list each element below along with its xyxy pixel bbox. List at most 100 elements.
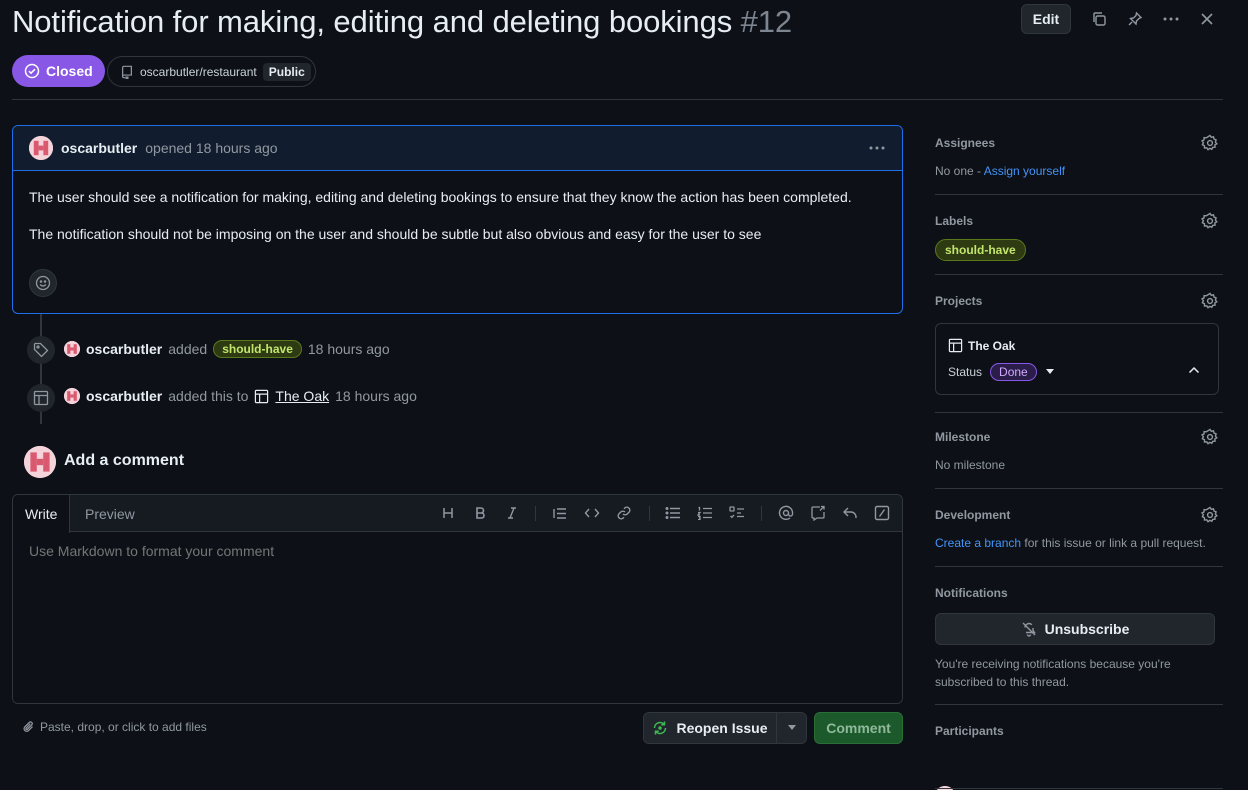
pin-icon[interactable]	[1125, 9, 1145, 29]
caret-down-icon[interactable]	[1045, 369, 1055, 375]
label-badge[interactable]: should-have	[935, 239, 1026, 261]
repo-pill[interactable]: oscarbutler/restaurant Public	[107, 56, 316, 87]
repo-icon	[122, 65, 132, 79]
timeline-time[interactable]: 18 hours ago	[308, 341, 390, 357]
avatar[interactable]	[29, 136, 53, 160]
bulleted-list-icon[interactable]	[664, 504, 682, 522]
reopen-issue-label: Reopen Issue	[676, 720, 768, 736]
avatar[interactable]	[64, 388, 80, 404]
paperclip-icon	[23, 721, 33, 732]
sidebar-divider	[935, 704, 1223, 705]
cross-reference-icon[interactable]	[809, 504, 827, 522]
assignees-value: No one - Assign yourself	[935, 164, 1065, 178]
project-table-icon	[254, 389, 269, 404]
sidebar-title-labels: Labels	[935, 214, 974, 228]
timeline-action: added this to	[168, 388, 249, 404]
add-reaction-button[interactable]	[29, 269, 57, 297]
table-icon	[27, 384, 55, 412]
issue-title: Notification for making, editing and del…	[12, 4, 792, 40]
timeline-event-project: oscarbutler added this to The Oak 18 hou…	[64, 388, 417, 404]
unsubscribe-button[interactable]: Unsubscribe	[935, 613, 1215, 645]
italic-icon[interactable]	[503, 504, 521, 522]
gear-icon[interactable]	[1201, 292, 1219, 310]
attach-text: Paste, drop, or click to add files	[40, 720, 207, 734]
reopen-issue-button[interactable]: Reopen Issue	[643, 712, 777, 744]
development-value: Create a branch for this issue or link a…	[935, 536, 1206, 550]
gear-icon[interactable]	[1201, 134, 1219, 152]
reopen-options-dropdown[interactable]	[776, 712, 807, 744]
caret-down-icon	[787, 725, 796, 730]
gear-icon[interactable]	[1201, 212, 1219, 230]
visibility-badge: Public	[262, 62, 311, 81]
table-icon	[948, 338, 963, 353]
slash-commands-icon[interactable]	[873, 504, 891, 522]
comment-options-icon[interactable]	[868, 140, 886, 156]
tab-preview[interactable]: Preview	[73, 495, 147, 532]
issue-number: #12	[740, 4, 793, 39]
sidebar-label-list: should-have	[935, 239, 1026, 261]
sidebar-title-assignees: Assignees	[935, 136, 996, 150]
task-list-icon[interactable]	[728, 504, 746, 522]
comment-body: The user should see a notification for m…	[13, 171, 902, 277]
attach-files[interactable]: Paste, drop, or click to add files	[22, 720, 207, 734]
sidebar-title-milestone: Milestone	[935, 430, 991, 444]
comment-input[interactable]	[13, 533, 902, 703]
create-branch-link[interactable]: Create a branch	[935, 536, 1021, 550]
status-badge-label: Closed	[46, 63, 93, 79]
assignees-none-text: No one -	[935, 164, 984, 178]
sidebar-divider	[935, 788, 1223, 789]
heading-icon[interactable]	[439, 504, 457, 522]
comment-header: oscarbutler opened 18 hours ago	[13, 126, 902, 171]
timeline-time[interactable]: 18 hours ago	[335, 388, 417, 404]
tag-icon	[27, 336, 55, 364]
copy-icon[interactable]	[1089, 9, 1109, 29]
tab-write[interactable]: Write	[13, 495, 71, 533]
project-status-value[interactable]: Done	[990, 363, 1037, 381]
avatar[interactable]	[64, 341, 80, 357]
bell-slash-icon	[1022, 622, 1036, 637]
development-text: for this issue or link a pull request.	[1021, 536, 1206, 550]
sidebar-title-notifications: Notifications	[935, 586, 1008, 600]
project-status-label: Status	[948, 365, 983, 379]
milestone-value: No milestone	[935, 458, 1006, 472]
project-name: The Oak	[968, 338, 1016, 353]
timeline-author[interactable]: oscarbutler	[86, 388, 162, 404]
sidebar-divider	[935, 488, 1223, 489]
closed-check-icon	[24, 63, 40, 79]
toolbar-divider	[761, 506, 762, 521]
quote-icon[interactable]	[551, 504, 569, 522]
project-link[interactable]: The Oak	[275, 388, 329, 404]
project-status-row: Status Done	[948, 363, 1055, 381]
gear-icon[interactable]	[1201, 506, 1219, 524]
project-card-title[interactable]: The Oak	[948, 338, 1015, 353]
issue-comment: oscarbutler opened 18 hours ago The user…	[12, 125, 903, 314]
sidebar-divider	[935, 566, 1223, 567]
comment-paragraph: The user should see a notification for m…	[29, 189, 852, 205]
status-badge: Closed	[12, 55, 105, 87]
code-icon[interactable]	[583, 504, 601, 522]
close-icon[interactable]	[1197, 9, 1217, 29]
assign-yourself-link[interactable]: Assign yourself	[984, 164, 1065, 178]
link-icon[interactable]	[615, 504, 633, 522]
comment-button[interactable]: Comment	[814, 712, 903, 744]
gear-icon[interactable]	[1201, 428, 1219, 446]
timeline-author[interactable]: oscarbutler	[86, 341, 162, 357]
toolbar-divider	[649, 506, 650, 521]
editor-tabs: Write Preview	[13, 495, 902, 533]
avatar[interactable]	[24, 446, 56, 478]
notifications-reason: You're receiving notifications because y…	[935, 657, 1171, 689]
mention-icon[interactable]	[777, 504, 795, 522]
label-badge[interactable]: should-have	[213, 340, 302, 358]
add-comment-title: Add a comment	[64, 452, 185, 469]
project-card: The Oak Status Done	[935, 323, 1219, 395]
unsubscribe-label: Unsubscribe	[1044, 621, 1130, 637]
more-icon[interactable]	[1161, 9, 1181, 29]
bold-icon[interactable]	[471, 504, 489, 522]
issue-title-text: Notification for making, editing and del…	[12, 4, 733, 39]
numbered-list-icon[interactable]	[696, 504, 714, 522]
comment-author[interactable]: oscarbutler	[61, 140, 137, 156]
edit-button[interactable]: Edit	[1021, 4, 1071, 34]
reply-icon[interactable]	[841, 504, 859, 522]
chevron-up-icon[interactable]	[1188, 366, 1200, 374]
sidebar-divider	[935, 194, 1223, 195]
